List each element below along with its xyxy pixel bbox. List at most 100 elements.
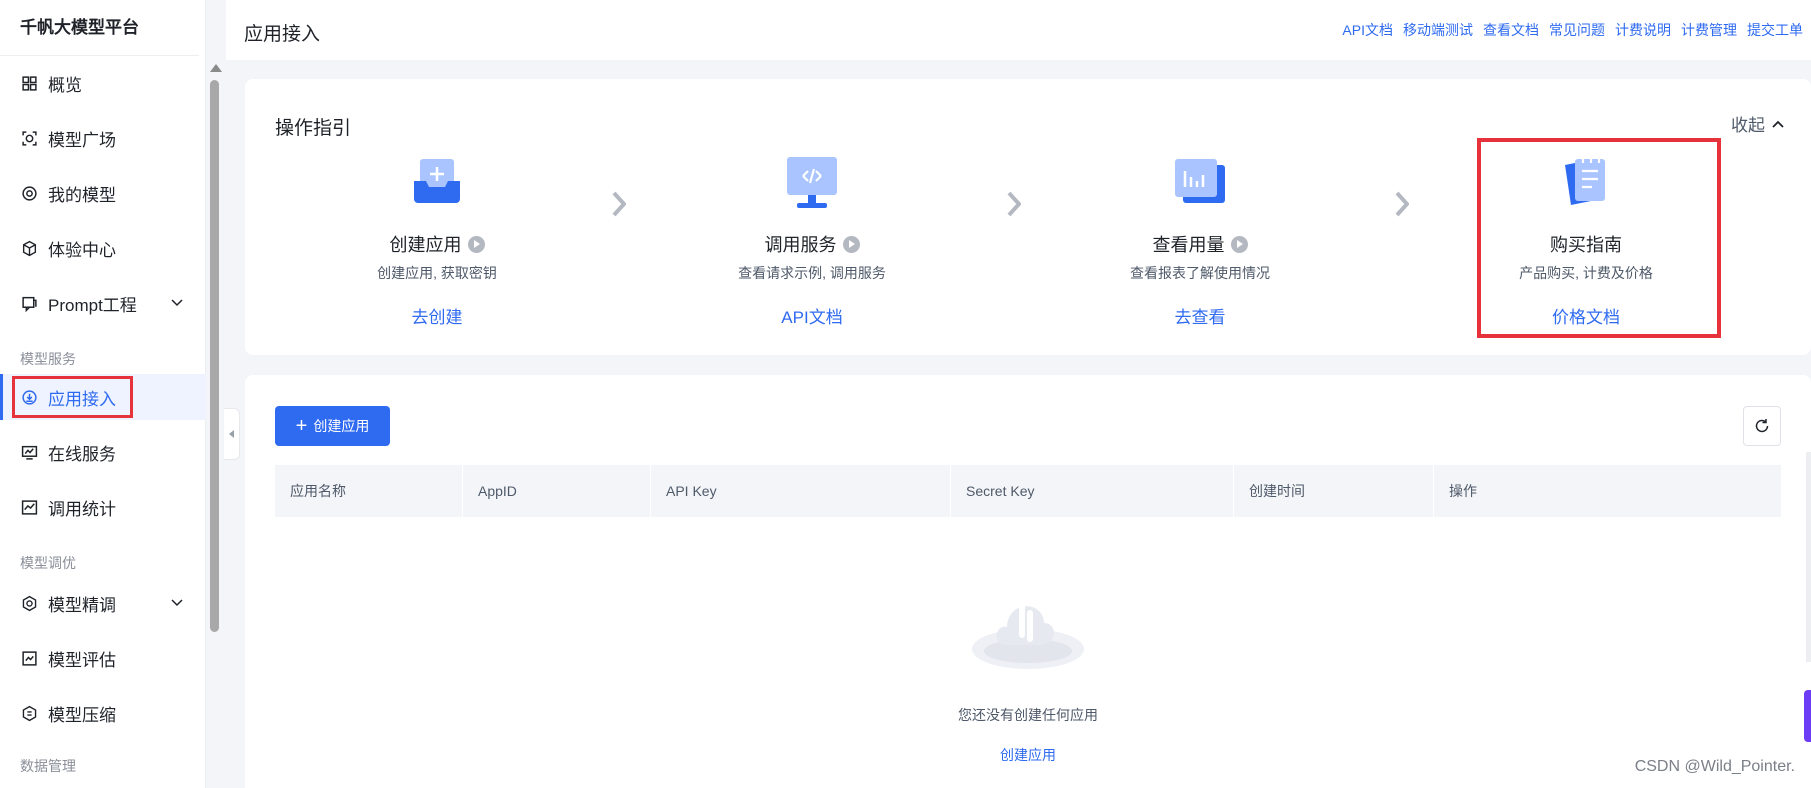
- link-billing-info[interactable]: 计费说明: [1615, 20, 1671, 40]
- table-header: 应用名称 AppID API Key Secret Key 创建时间 操作: [275, 465, 1781, 517]
- sidebar-item-model-square[interactable]: 模型广场: [0, 115, 206, 161]
- sidebar-item-prompt[interactable]: Prompt工程: [0, 280, 206, 326]
- empty-state: 您还没有创建任何应用 创建应用: [275, 575, 1781, 765]
- grid-icon: [20, 74, 38, 92]
- sidebar-scrollbar[interactable]: [206, 60, 224, 788]
- operation-guide-card: 操作指引 收起 创建应用 创建应用, 获取密钥 去创建 调用服务 查看请求示例,…: [245, 79, 1811, 355]
- link-view-docs[interactable]: 查看文档: [1483, 20, 1539, 40]
- column-header-api-key: API Key: [651, 465, 951, 517]
- compress-icon: [20, 704, 38, 722]
- cube-icon: [20, 239, 38, 257]
- sidebar-item-label: 模型评估: [48, 650, 116, 670]
- empty-state-text: 您还没有创建任何应用: [958, 707, 1098, 723]
- prompt-icon: [20, 294, 38, 312]
- call-service-icon: [787, 157, 837, 208]
- chevron-right-icon: [612, 191, 626, 217]
- link-submit-ticket[interactable]: 提交工单: [1747, 20, 1803, 40]
- guide-step-view-usage: 查看用量 查看报表了解使用情况 去查看: [1080, 151, 1320, 328]
- column-header-secret-key: Secret Key: [951, 465, 1234, 517]
- monitor-icon: [20, 443, 38, 461]
- chevron-up-icon: [1772, 120, 1784, 128]
- collapse-label: 收起: [1731, 116, 1765, 135]
- sidebar-item-label: 体验中心: [48, 240, 116, 260]
- sidebar-item-evaluate[interactable]: 模型评估: [0, 635, 206, 681]
- sidebar-item-experience[interactable]: 体验中心: [0, 225, 206, 271]
- step-desc: 创建应用, 获取密钥: [377, 265, 497, 281]
- play-video-icon[interactable]: [842, 235, 860, 253]
- column-header-actions: 操作: [1449, 483, 1477, 499]
- guide-step-create-app: 创建应用 创建应用, 获取密钥 去创建: [317, 151, 557, 328]
- brand-title: 千帆大模型平台: [0, 0, 199, 56]
- chart-icon: [20, 498, 38, 516]
- usage-report-icon: [1175, 159, 1225, 203]
- play-video-icon[interactable]: [1230, 235, 1248, 253]
- empty-cloud-icon: [972, 602, 1084, 669]
- sidebar-item-call-stats[interactable]: 调用统计: [0, 484, 206, 530]
- sidebar-item-label: Prompt工程: [48, 295, 137, 315]
- create-app-button[interactable]: + 创建应用: [275, 406, 390, 446]
- section-data-management: 数据管理: [20, 758, 76, 774]
- chevron-down-icon: [171, 299, 183, 307]
- section-model-tuning: 模型调优: [20, 555, 76, 571]
- step-link-create[interactable]: 去创建: [412, 303, 463, 328]
- empty-state-create-link[interactable]: 创建应用: [1000, 745, 1056, 765]
- chevron-right-icon: [1395, 191, 1409, 217]
- scrollbar-thumb[interactable]: [210, 80, 219, 632]
- page-title: 应用接入: [244, 24, 321, 45]
- sidebar-item-overview[interactable]: 概览: [0, 60, 206, 106]
- sidebar-item-online-service[interactable]: 在线服务: [0, 429, 206, 475]
- step-desc: 查看报表了解使用情况: [1130, 265, 1270, 281]
- evaluate-icon: [20, 649, 38, 667]
- sidebar-item-label: 模型精调: [48, 595, 116, 615]
- tune-icon: [20, 594, 38, 612]
- header-links: API文档 移动端测试 查看文档 常见问题 计费说明 计费管理 提交工单: [1342, 20, 1803, 40]
- link-billing-manage[interactable]: 计费管理: [1681, 20, 1737, 40]
- link-mobile-test[interactable]: 移动端测试: [1403, 20, 1473, 40]
- step-name: 查看用量: [1152, 235, 1225, 255]
- create-app-icon: [414, 159, 460, 203]
- step-name: 调用服务: [764, 235, 837, 255]
- sidebar-item-label: 概览: [48, 75, 82, 95]
- chevron-right-icon: [1007, 191, 1021, 217]
- page-header: 应用接入 API文档 移动端测试 查看文档 常见问题 计费说明 计费管理 提交工…: [226, 0, 1811, 60]
- scroll-up-arrow-icon[interactable]: [210, 64, 222, 72]
- step-link-view[interactable]: 去查看: [1175, 303, 1226, 328]
- guide-collapse-button[interactable]: 收起: [1731, 111, 1785, 136]
- guide-step-call-service: 调用服务 查看请求示例, 调用服务 API文档: [692, 151, 932, 328]
- sidebar-item-my-model[interactable]: 我的模型: [0, 170, 206, 216]
- my-model-icon: [20, 184, 38, 202]
- refresh-icon: [1755, 419, 1769, 433]
- chevron-left-icon: [229, 430, 234, 438]
- guide-title: 操作指引: [275, 118, 352, 139]
- plus-icon: +: [295, 415, 308, 437]
- column-header-app-name: 应用名称: [275, 465, 463, 517]
- step-name: 创建应用: [389, 235, 462, 255]
- sidebar-item-label: 调用统计: [48, 499, 116, 519]
- apps-card: + 创建应用 应用名称 AppID API Key Secret Key 创建时…: [245, 375, 1811, 788]
- right-edge-scrollbar[interactable]: [1806, 452, 1811, 662]
- column-header-appid: AppID: [463, 465, 651, 517]
- sidebar-item-fine-tune[interactable]: 模型精调: [0, 580, 206, 626]
- sidebar-item-compress[interactable]: 模型压缩: [0, 690, 206, 736]
- column-header-created-time: 创建时间: [1234, 465, 1434, 517]
- sidebar-item-label: 在线服务: [48, 444, 116, 464]
- floating-side-widget[interactable]: [1804, 690, 1811, 742]
- chevron-down-icon: [171, 599, 183, 607]
- step-link-api-docs[interactable]: API文档: [781, 303, 842, 328]
- refresh-button[interactable]: [1743, 406, 1781, 446]
- model-square-icon: [20, 129, 38, 147]
- sidebar-item-label: 模型广场: [48, 130, 116, 150]
- sidebar-item-label: 模型压缩: [48, 705, 116, 725]
- link-faq[interactable]: 常见问题: [1549, 20, 1605, 40]
- play-video-icon[interactable]: [467, 235, 485, 253]
- step-desc: 查看请求示例, 调用服务: [738, 265, 886, 281]
- create-app-button-label: 创建应用: [313, 418, 370, 434]
- watermark: CSDN @Wild_Pointer.: [1634, 758, 1795, 775]
- link-api-docs[interactable]: API文档: [1342, 20, 1393, 40]
- section-model-service: 模型服务: [20, 351, 76, 367]
- sidebar-item-label: 我的模型: [48, 185, 116, 205]
- highlight-box-sidebar: [12, 376, 133, 418]
- highlight-box-purchase: [1477, 138, 1721, 338]
- sidebar: 千帆大模型平台 概览 模型广场 我的模型 体验中心 Prompt工程 模型服务: [0, 0, 206, 788]
- sidebar-collapse-handle[interactable]: [224, 408, 240, 460]
